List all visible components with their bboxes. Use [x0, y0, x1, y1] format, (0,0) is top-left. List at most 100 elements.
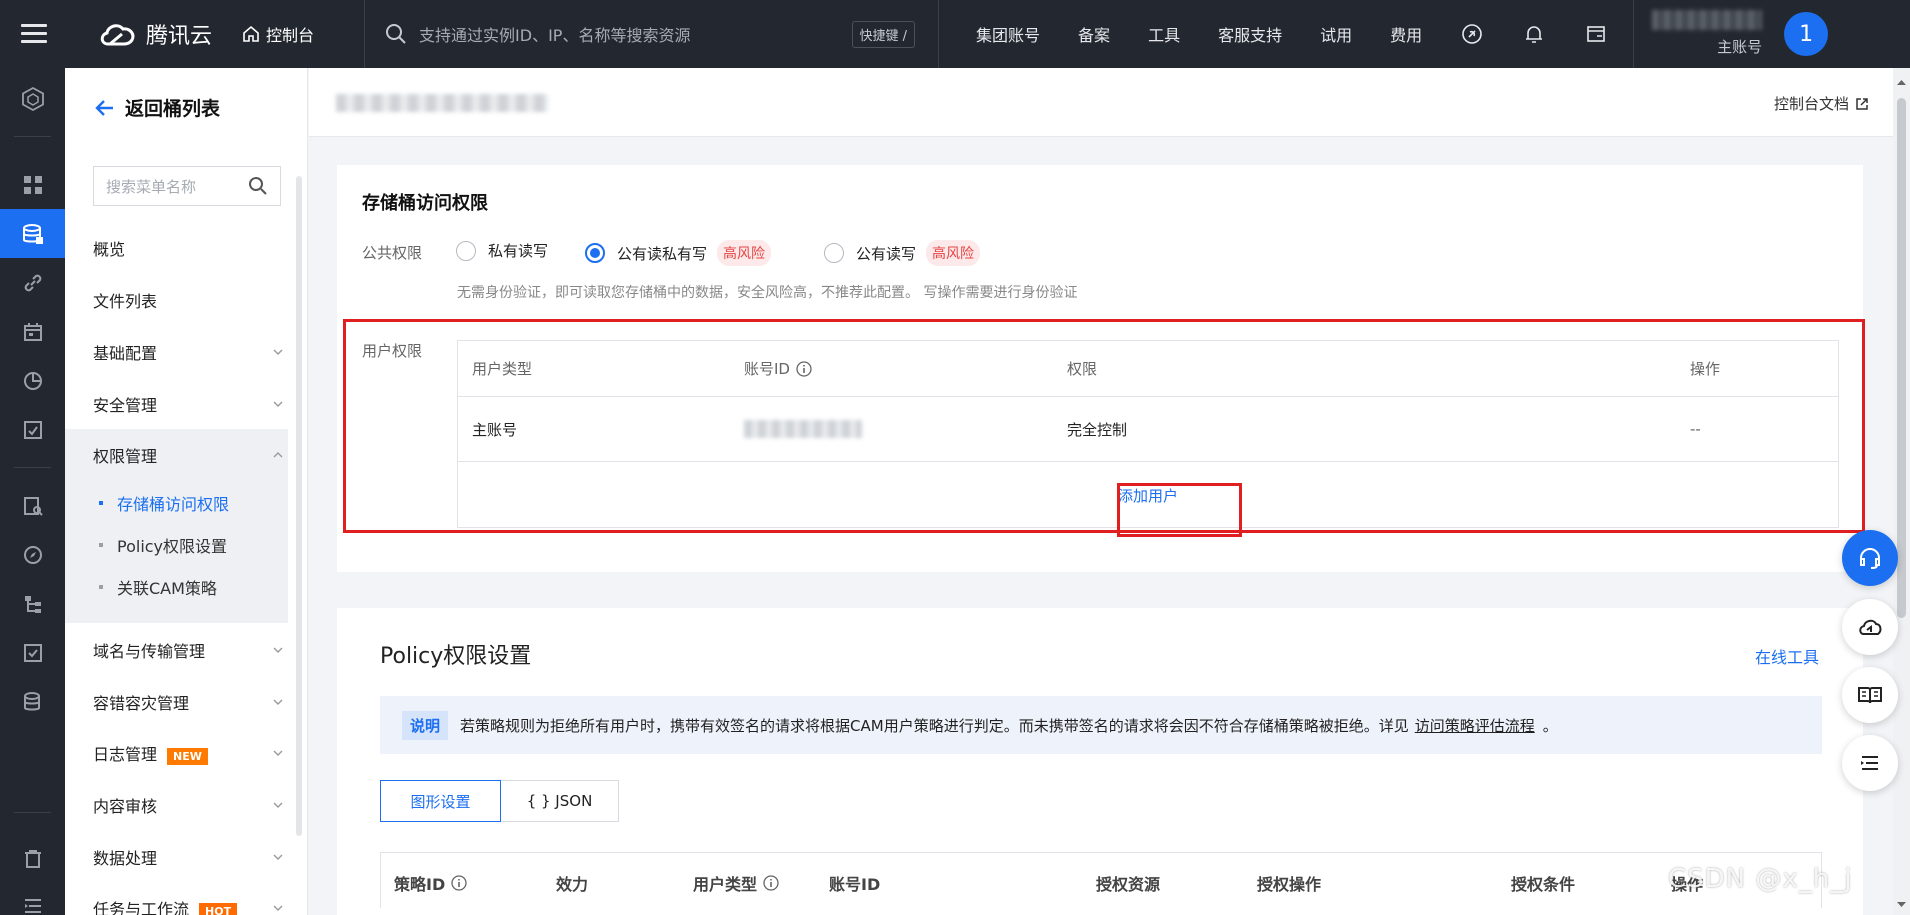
divider [938, 0, 940, 68]
notice-text: 若策略规则为拒绝所有用户时，携带有效签名的请求将根据CAM用户策略进行判定。而未… [460, 716, 1409, 735]
radio-label: 公有读私有写 [617, 244, 708, 263]
cloud-assistant-button[interactable] [1842, 599, 1898, 655]
doc-search-icon[interactable] [0, 481, 65, 530]
hierarchy-icon[interactable] [0, 579, 65, 628]
search-icon [386, 24, 406, 44]
task-list-button[interactable] [1842, 735, 1898, 791]
monitor-icon[interactable] [0, 405, 65, 454]
highlight-box [1117, 483, 1242, 537]
policy-table-header: 策略ID 效力 用户类型 账号ID 授权资源 授权操作 授权条件 操作 [380, 852, 1822, 908]
notice-tag: 说明 [402, 710, 449, 740]
menu-label: 域名与传输管理 [93, 642, 206, 661]
menu-search-input[interactable]: 搜索菜单名称 [93, 166, 281, 206]
chevron-down-icon [273, 905, 283, 911]
page-scrollbar[interactable] [1893, 68, 1910, 915]
storage-icon[interactable] [0, 209, 65, 258]
global-search[interactable]: 支持通过实例ID、IP、名称等搜索资源 快捷键 / [385, 20, 916, 48]
info-icon[interactable] [763, 875, 779, 891]
chevron-down-icon [273, 349, 283, 355]
menu-disaster-recovery[interactable]: 容错容灾管理 [93, 690, 283, 714]
sidebar-scrollbar[interactable] [296, 176, 302, 836]
back-label: 返回桶列表 [125, 98, 221, 120]
bucket-header: 控制台文档 [309, 68, 1893, 137]
hamburger-icon [21, 24, 47, 44]
submenu-policy[interactable]: Policy权限设置 [99, 533, 227, 557]
rail-cube-icon[interactable] [0, 74, 65, 123]
headset-icon [1860, 548, 1880, 569]
scroll-down-icon[interactable] [1893, 897, 1910, 911]
submenu-bucket-access[interactable]: 存储桶访问权限 [99, 491, 229, 515]
customer-service-button[interactable] [1842, 530, 1898, 586]
nav-trial[interactable]: 试用 [1320, 22, 1352, 46]
billing-icon[interactable] [1584, 22, 1608, 46]
menu-file-list[interactable]: 文件列表 [93, 288, 283, 312]
dashboard-icon[interactable] [0, 160, 65, 209]
list-icon [1861, 756, 1878, 770]
tab-json[interactable]: { } JSON [501, 780, 619, 822]
policy-notice: 说明 若策略规则为拒绝所有用户时，携带有效签名的请求将根据CAM用户策略进行判定… [380, 696, 1822, 754]
menu-basic-config[interactable]: 基础配置 [93, 340, 283, 364]
col-resource: 授权资源 [1096, 875, 1161, 894]
menu-label: 内容审核 [93, 797, 158, 816]
pie-chart-icon[interactable] [0, 356, 65, 405]
top-bar: 腾讯云 控制台 支持通过实例ID、IP、名称等搜索资源 快捷键 / 集团账号 备… [0, 0, 1910, 68]
nav-support[interactable]: 客服支持 [1218, 22, 1282, 46]
docs-button[interactable] [1842, 667, 1898, 723]
menu-security[interactable]: 安全管理 [93, 392, 283, 416]
compass-icon[interactable] [0, 530, 65, 579]
menu-domain[interactable]: 域名与传输管理 [93, 638, 283, 662]
col-user-type: 用户类型 [693, 871, 779, 895]
account-info[interactable]: 主账号 [1652, 0, 1763, 68]
brand-logo[interactable]: 腾讯云 [98, 18, 212, 50]
radio-public-read-write[interactable]: 公有读写 高风险 [824, 240, 981, 266]
calendar-icon[interactable] [0, 307, 65, 356]
cloud-logo-icon [100, 24, 135, 46]
tab-graphic[interactable]: 图形设置 [380, 780, 501, 822]
online-tool-link[interactable]: 在线工具 [1755, 644, 1819, 668]
avatar[interactable]: 1 [1784, 12, 1829, 56]
radio-public-read[interactable]: 公有读私有写 高风险 [585, 240, 772, 266]
product-rail [0, 68, 65, 915]
chevron-up-icon [273, 452, 283, 458]
col-label: 用户类型 [693, 875, 758, 894]
menu-label: 概览 [93, 240, 126, 259]
radio-circle-selected [585, 243, 605, 263]
evaluation-flow-link[interactable]: 访问策略评估流程 [1415, 715, 1535, 736]
info-icon[interactable] [451, 875, 467, 891]
menu-data-processing[interactable]: 数据处理 [93, 845, 283, 869]
submenu-cam[interactable]: 关联CAM策略 [99, 575, 217, 599]
nav-billing[interactable]: 费用 [1390, 22, 1422, 46]
nav-group-account[interactable]: 集团账号 [976, 22, 1040, 46]
menu-button[interactable] [0, 0, 68, 68]
trash-icon[interactable] [0, 834, 65, 883]
console-docs-link[interactable]: 控制台文档 [1774, 93, 1869, 114]
scrollbar-thumb[interactable] [1897, 98, 1906, 618]
link-chain-icon[interactable] [0, 258, 65, 307]
arrow-left-icon [95, 99, 113, 116]
link-icon[interactable] [1460, 22, 1484, 46]
radio-circle [824, 243, 844, 263]
notice-end: 。 [1542, 716, 1558, 735]
console-link[interactable]: 控制台 [242, 22, 314, 46]
menu-overview[interactable]: 概览 [93, 236, 283, 260]
database-icon[interactable] [0, 677, 65, 726]
bullet [99, 585, 103, 589]
menu-permissions[interactable]: 权限管理 [93, 443, 283, 467]
menu-content-audit[interactable]: 内容审核 [93, 793, 283, 817]
watermark: CSDN @x_h_j [1668, 864, 1853, 894]
divider [1633, 0, 1635, 68]
menu-logs[interactable]: 日志管理 NEW [93, 741, 283, 765]
menu-tasks[interactable]: 任务与工作流 HOT [93, 896, 283, 915]
bell-icon[interactable] [1522, 22, 1546, 46]
chevron-down-icon [273, 750, 283, 756]
back-to-bucket-list[interactable]: 返回桶列表 [95, 94, 220, 121]
chevron-down-icon [273, 802, 283, 808]
nav-filing[interactable]: 备案 [1078, 22, 1110, 46]
scroll-up-icon[interactable] [1893, 76, 1910, 90]
radio-private[interactable]: 私有读写 [456, 240, 548, 261]
nav-tools[interactable]: 工具 [1148, 22, 1180, 46]
chevron-down-icon [273, 647, 283, 653]
list-menu-icon[interactable] [0, 881, 65, 915]
checklist-icon[interactable] [0, 628, 65, 677]
policy-card: Policy权限设置 在线工具 说明 若策略规则为拒绝所有用户时，携带有效签名的… [337, 608, 1863, 915]
